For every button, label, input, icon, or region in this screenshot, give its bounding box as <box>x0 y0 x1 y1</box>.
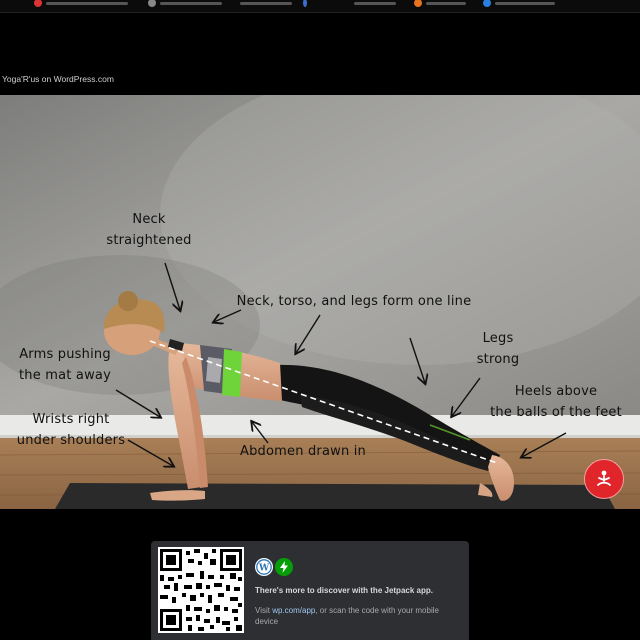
bookmark-item[interactable] <box>483 0 555 8</box>
bookmark-item[interactable] <box>240 0 292 8</box>
bookmark-favicon-icon <box>303 0 307 7</box>
annotation-arms: Arms pushing the mat away <box>19 347 111 383</box>
svg-text:W: W <box>258 564 270 574</box>
bookmark-item[interactable] <box>414 0 466 8</box>
wordpress-icon: W <box>255 558 273 576</box>
qr-code-icon <box>160 549 242 631</box>
bookmark-item[interactable] <box>303 0 307 8</box>
annotation-legs: Legs strong <box>476 331 520 367</box>
jetpack-app-icons: W <box>255 558 293 576</box>
bookmark-item[interactable] <box>354 0 396 8</box>
annotation-wrists: Wrists right under shoulders <box>16 412 126 448</box>
jetpack-description: Visit wp.com/app, or scan the code with … <box>255 605 455 627</box>
jetpack-app-banner: W There's more to discover with the Jetp… <box>151 541 469 640</box>
bookmark-favicon-icon <box>34 0 42 7</box>
jetpack-qr-code <box>158 547 244 633</box>
yoga-app-button[interactable] <box>584 459 624 499</box>
jetpack-body-prefix: Visit <box>255 606 273 615</box>
site-title[interactable]: Yoga'R'us on WordPress.com <box>2 74 114 84</box>
browser-bookmarks-bar <box>0 0 640 13</box>
bookmark-favicon-icon <box>148 0 156 7</box>
bookmark-favicon-icon <box>414 0 422 7</box>
bookmark-item[interactable] <box>148 0 222 8</box>
annotation-neck: Neck straightened <box>106 212 192 248</box>
plank-pose-image: Neck straightened Neck, torso, and legs … <box>0 95 640 509</box>
annotation-one-line: Neck, torso, and legs form one line <box>236 294 472 309</box>
jetpack-headline: There's more to discover with the Jetpac… <box>255 586 433 595</box>
yoga-pose-icon <box>597 470 611 486</box>
annotation-abdomen: Abdomen drawn in <box>239 444 366 459</box>
bookmark-item[interactable] <box>34 0 128 8</box>
annotation-heels: Heels above the balls of the feet <box>490 384 622 420</box>
jetpack-bolt-icon <box>275 558 293 576</box>
bookmark-favicon-icon <box>483 0 491 7</box>
jetpack-app-link[interactable]: wp.com/app <box>272 606 315 615</box>
